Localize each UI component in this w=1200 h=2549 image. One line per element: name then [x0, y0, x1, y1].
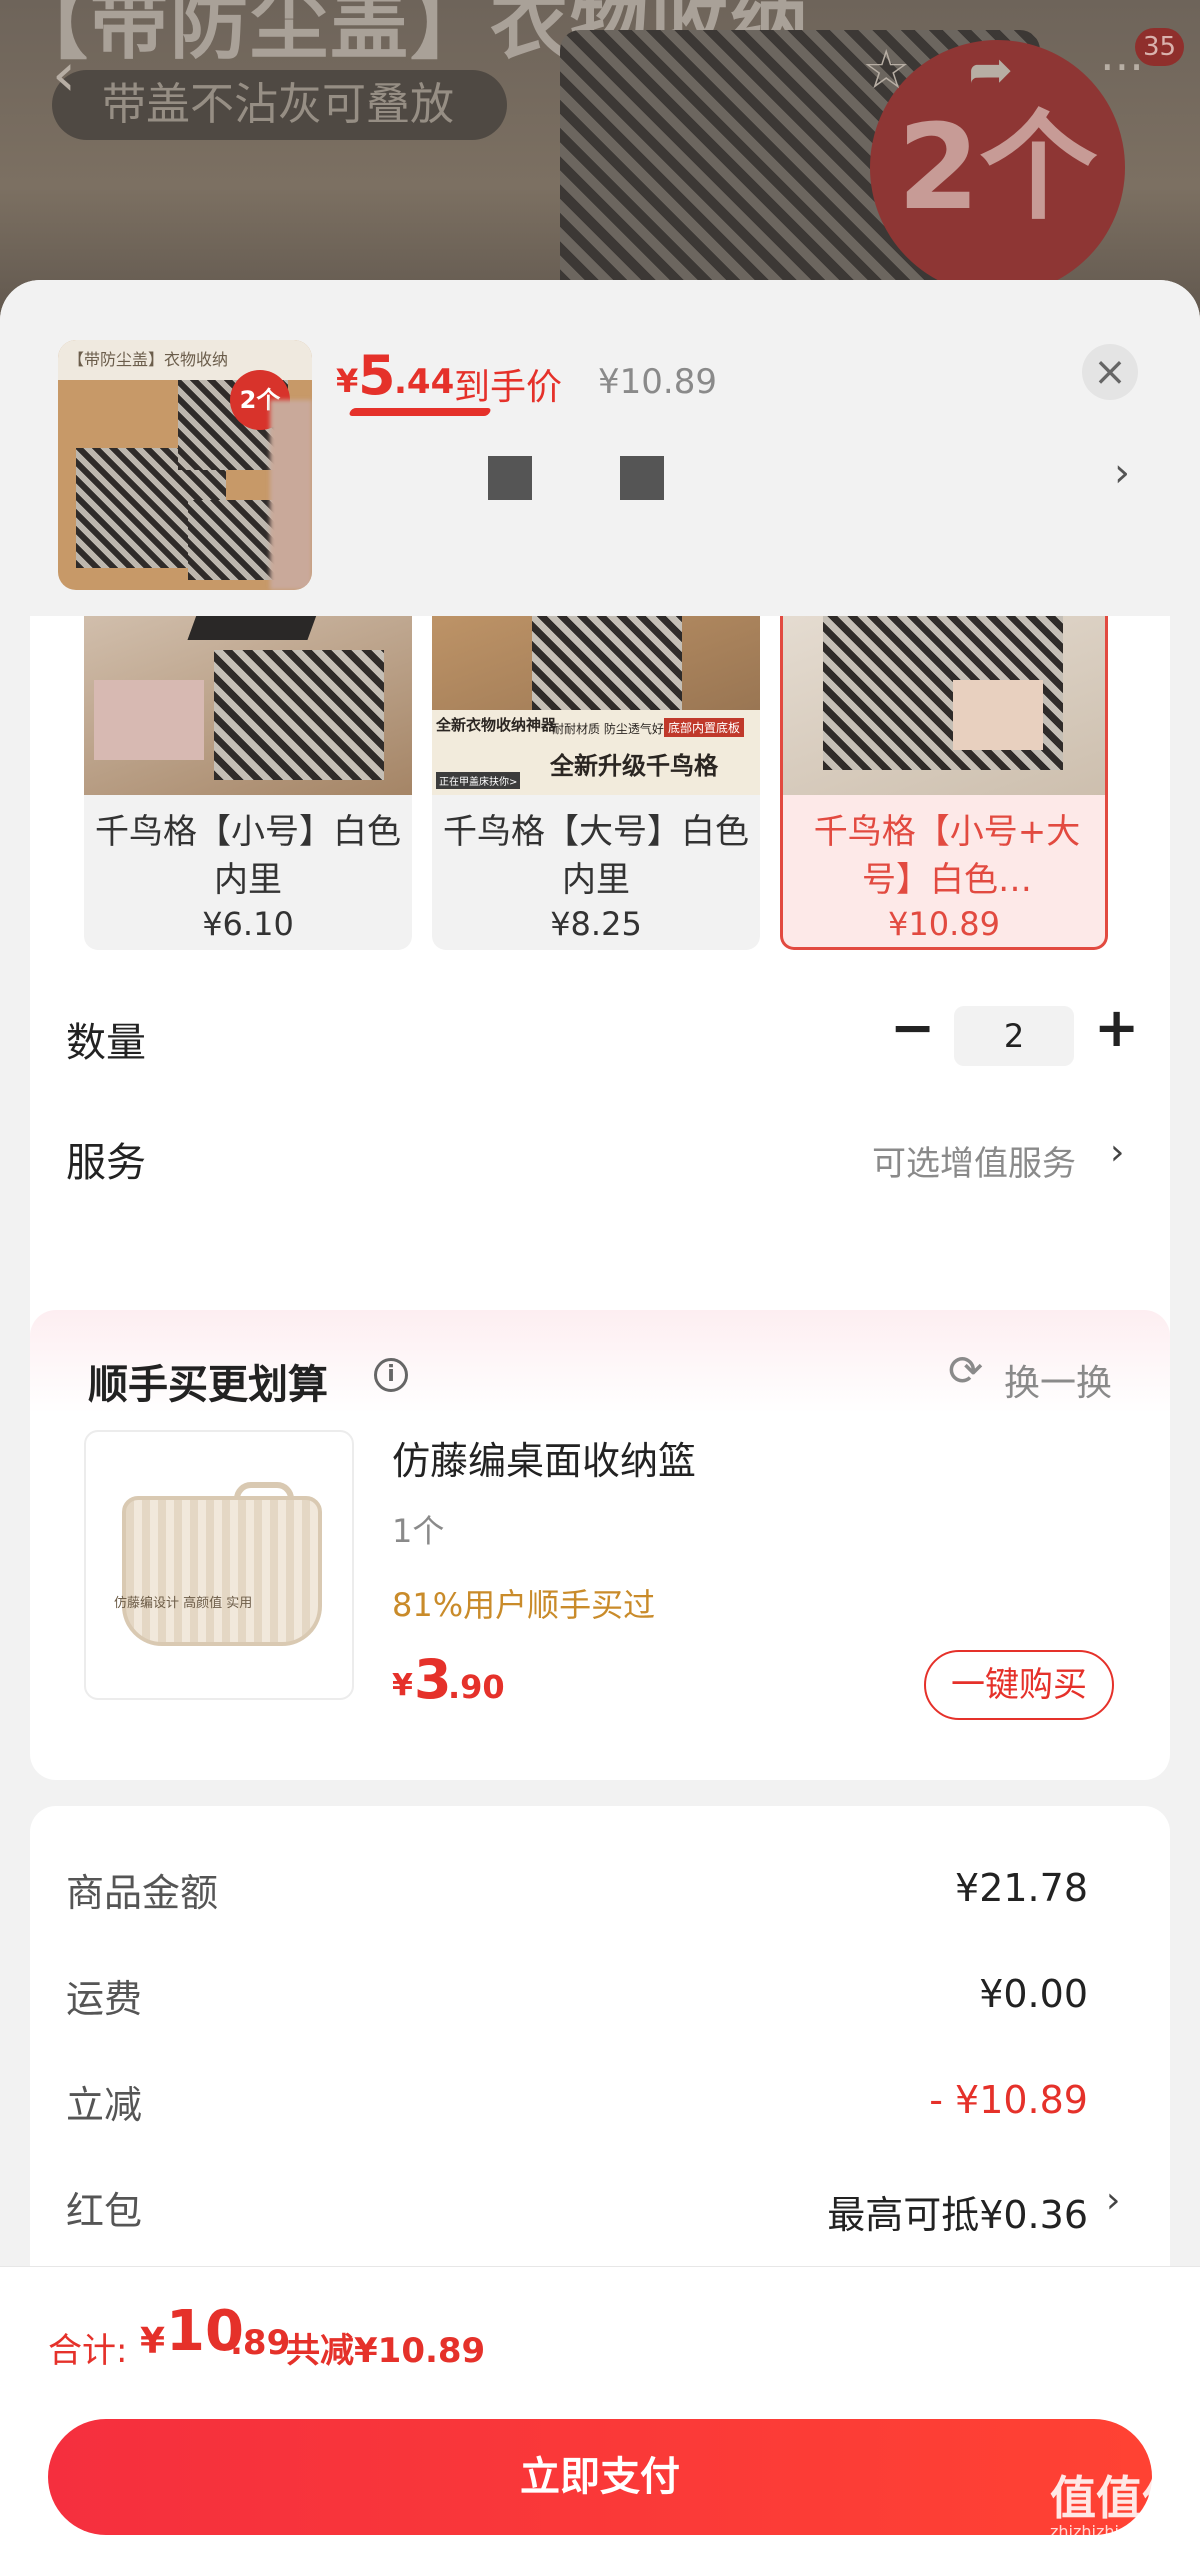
sku-name: 千鸟格【小号】白色内里 [95, 812, 401, 900]
sku-option-combo-selected[interactable]: 千鸟格【小号+大号】白色… ¥10.89 [780, 560, 1108, 950]
sku-price: ¥10.89 [888, 905, 1000, 943]
banner-tag: 正在甲盖床扶你> [436, 772, 521, 789]
watermark: 值值值 [1050, 2471, 1188, 2525]
summary-row-red-packet[interactable]: 红包 最高可抵¥0.36 › [30, 2180, 1170, 2260]
houndstooth-box [214, 650, 384, 780]
price-currency: ¥ [392, 1668, 413, 1703]
close-icon[interactable]: × [1082, 344, 1138, 400]
cart-count-badge: 35 [1135, 28, 1185, 66]
summary-value[interactable]: 最高可抵¥0.36 [827, 2184, 1088, 2239]
total-saving: 共减¥10.89 [286, 2331, 486, 2371]
redacted-block [620, 456, 664, 500]
banner-headline: 全新升级千鸟格 [550, 752, 718, 780]
add-on-product-image[interactable]: 仿藤编设计 高颜值 实用 [84, 1430, 354, 1700]
chevron-right-icon[interactable]: › [1114, 450, 1130, 496]
price-currency: ¥ [336, 362, 359, 400]
quantity-increase-button[interactable]: + [1094, 996, 1139, 1059]
quantity-decrease-button[interactable]: − [890, 996, 935, 1059]
total-currency: ¥ [140, 2321, 166, 2362]
price-decimal: .44 [394, 362, 455, 402]
add-on-title: 顺手买更划算 [88, 1362, 328, 1408]
original-price: ¥10.89 [598, 362, 717, 402]
summary-row-shipping: 运费 ¥0.00 [30, 1968, 1170, 2048]
clothes [953, 680, 1043, 750]
add-on-stat: 81%用户顺手买过 [392, 1586, 656, 1624]
redacted-block [488, 456, 532, 500]
options-card: 千鸟格【小号】白色内里 ¥6.10 全新衣物收纳神器 耐耐材质 防尘透气好用 底… [30, 560, 1170, 1360]
chevron-right-icon[interactable]: › [1110, 1132, 1124, 1173]
star-icon[interactable]: ☆ [862, 38, 910, 101]
summary-row-discount: 立减 - ¥10.89 [30, 2074, 1170, 2154]
price-summary-card: 商品金额 ¥21.78 运费 ¥0.00 立减 - ¥10.89 红包 最高可抵… [30, 1806, 1170, 2306]
banner-text: 全新衣物收纳神器 [436, 716, 557, 734]
sheet-header: 【带防尘盖】衣物收纳 2个 ¥ 5 .44 到手价 ¥10.89 × › [0, 280, 1200, 616]
basket [122, 1496, 322, 1646]
summary-value: ¥0.00 [979, 1972, 1088, 2016]
price-decimal: .90 [448, 1668, 505, 1706]
total-decimal: .89 [230, 2323, 291, 2363]
watermark-url: zhizhizhi.com [1050, 2522, 1159, 2541]
add-on-card: 顺手买更划算 i ⟳ 换一换 仿藤编设计 高颜值 实用 仿藤编桌面收纳篮 1个 … [30, 1310, 1170, 1780]
add-on-product-name[interactable]: 仿藤编桌面收纳篮 [392, 1430, 696, 1485]
sku-option-large[interactable]: 全新衣物收纳神器 耐耐材质 防尘透气好用 底部内置底板 全新升级千鸟格 正在甲盖… [432, 560, 760, 950]
summary-key: 运费 [66, 1977, 143, 2021]
total-label: 合计: [48, 2331, 128, 2371]
houndstooth-box [532, 600, 682, 710]
clothes [94, 680, 204, 760]
service-selector[interactable]: 可选增值服务 [872, 1136, 1076, 1185]
sku-price: ¥6.10 [202, 905, 294, 943]
quantity-input[interactable]: 2 [954, 1006, 1074, 1066]
hero-subtitle: 带盖不沾灰可叠放 [52, 70, 507, 140]
pay-now-button[interactable]: 立即支付 [48, 2419, 1152, 2535]
sku-price: ¥8.25 [550, 905, 642, 943]
sku-option-small[interactable]: 千鸟格【小号】白色内里 ¥6.10 [84, 560, 412, 950]
thumb-text: 仿藤编设计 高颜值 实用 [114, 1596, 253, 1611]
price-underline [348, 408, 492, 416]
price-integer: 3 [414, 1648, 452, 1711]
summary-key: 红包 [66, 2189, 143, 2233]
back-arrow-icon[interactable]: ‹ [52, 40, 76, 110]
share-icon[interactable]: ➦ [968, 38, 1013, 101]
refresh-button[interactable]: 换一换 [1004, 1354, 1112, 1406]
summary-value: ¥21.78 [955, 1866, 1088, 1910]
summary-row-goods-amount: 商品金额 ¥21.78 [30, 1862, 1170, 1942]
add-on-quantity: 1个 [392, 1512, 445, 1550]
blurred-region [270, 400, 312, 590]
summary-key: 商品金额 [66, 1871, 219, 1915]
checkout-footer: 合计: ¥ 10 .89 共减¥10.89 立即支付 [0, 2266, 1200, 2549]
summary-value: - ¥10.89 [929, 2078, 1088, 2122]
chevron-right-icon[interactable]: › [1106, 2180, 1120, 2221]
final-price-tag: 到手价 [454, 367, 563, 408]
quantity-label: 数量 [66, 1020, 146, 1066]
service-label: 服务 [66, 1140, 146, 1186]
selected-product-thumbnail: 【带防尘盖】衣物收纳 2个 [58, 340, 312, 590]
refresh-icon[interactable]: ⟳ [948, 1346, 983, 1395]
sku-selection-sheet: 千鸟格【小号】白色内里 ¥6.10 全新衣物收纳神器 耐耐材质 防尘透气好用 底… [0, 280, 1200, 2549]
banner-tag: 底部内置底板 [664, 718, 745, 737]
banner-text: 耐耐材质 防尘透气好用 [552, 722, 676, 736]
sku-name: 千鸟格【大号】白色内里 [443, 812, 749, 900]
info-icon[interactable]: i [374, 1358, 408, 1392]
one-click-buy-button[interactable]: 一键购买 [924, 1650, 1114, 1720]
price-integer: 5 [358, 344, 396, 407]
summary-key: 立减 [66, 2083, 143, 2127]
sku-name: 千鸟格【小号+大号】白色… [813, 812, 1081, 900]
